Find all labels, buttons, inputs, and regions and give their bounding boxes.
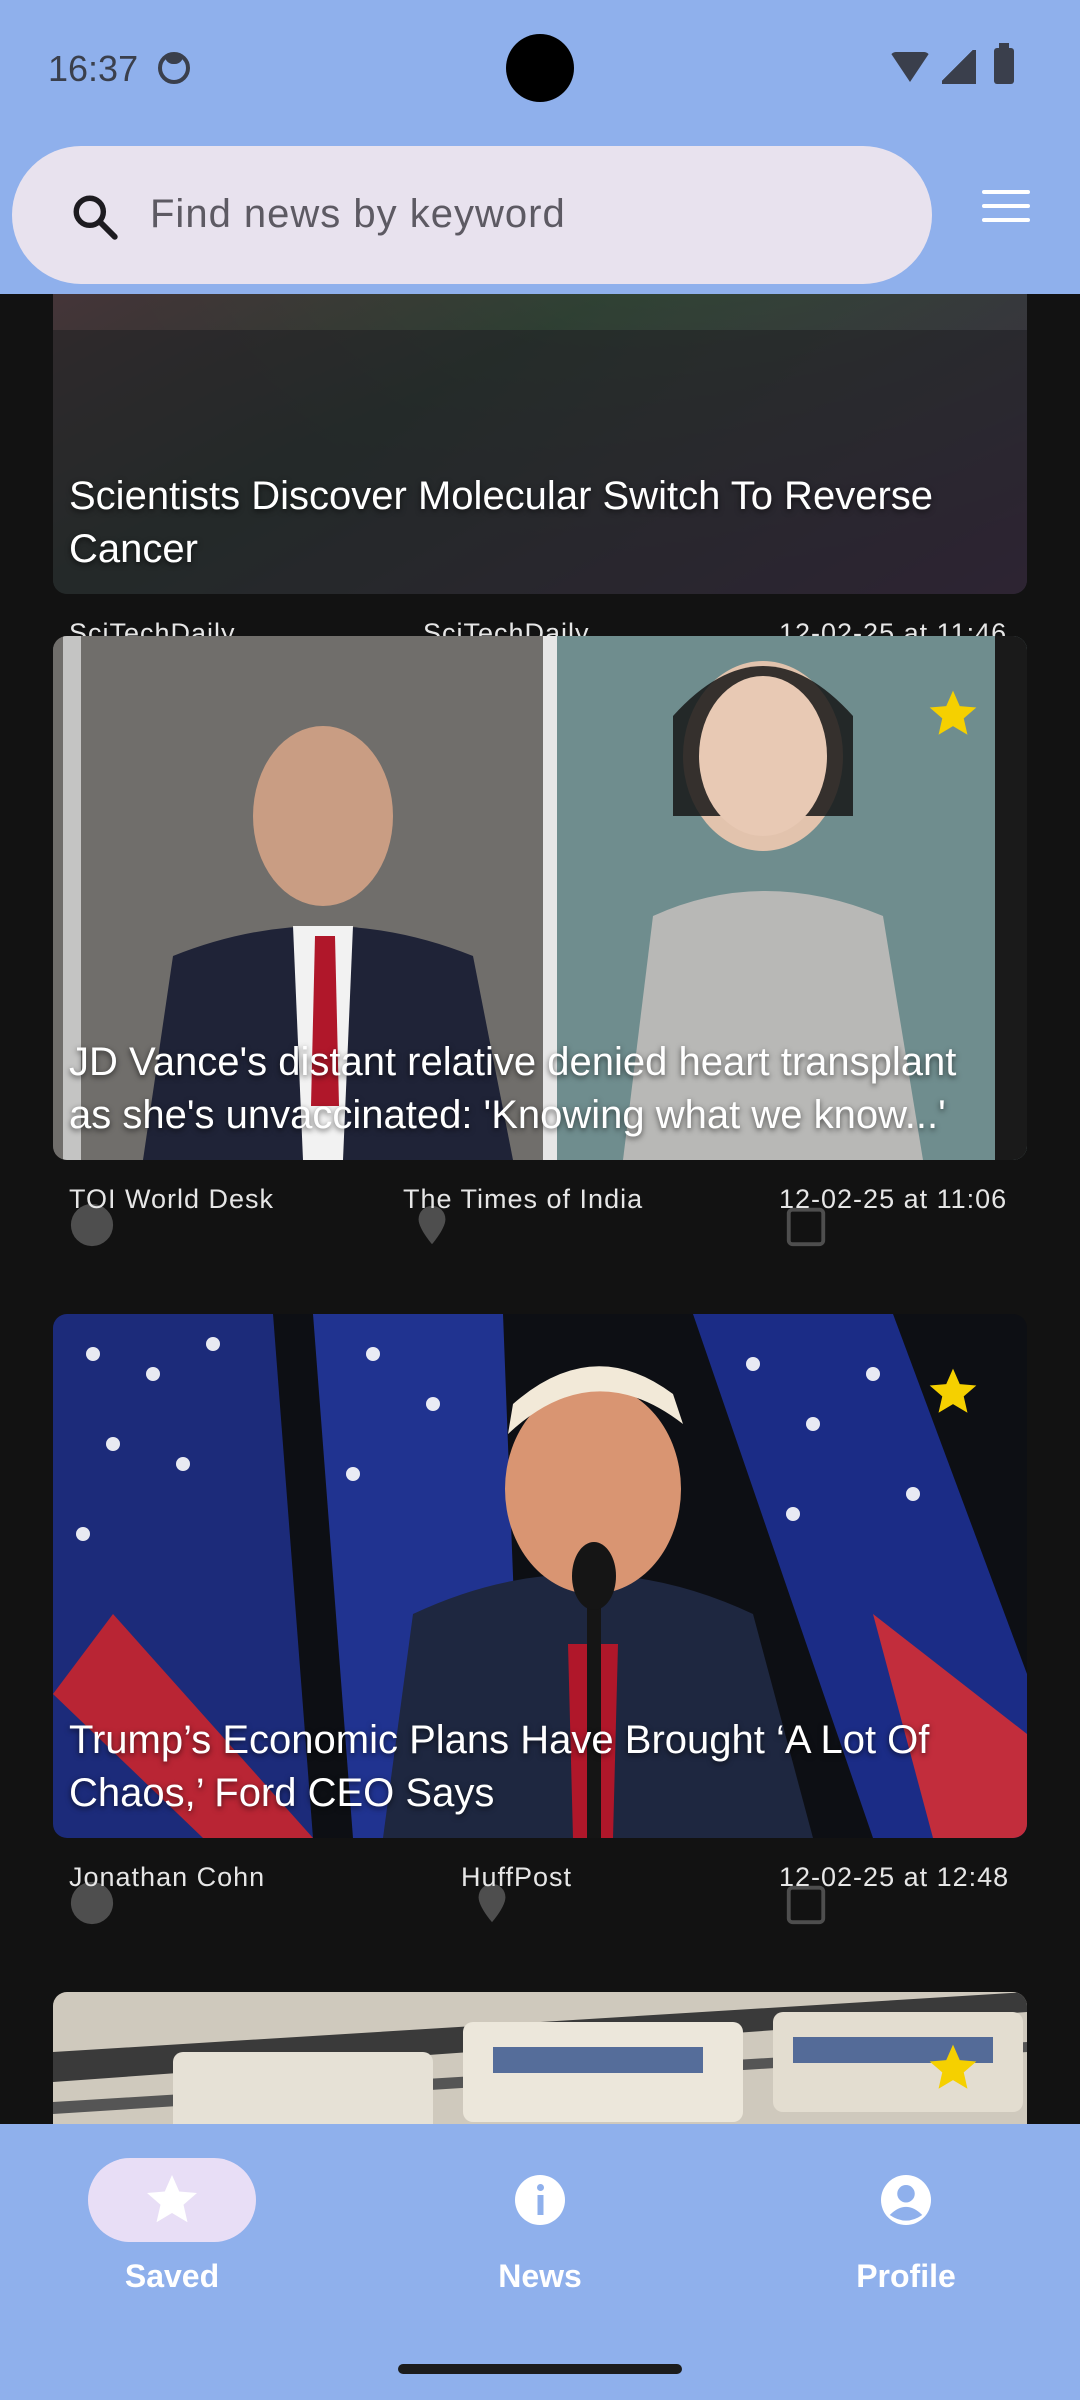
article-image: Trump’s Economic Plans Have Brought ‘A L… — [53, 1314, 1027, 1838]
nav-label: Profile — [856, 2258, 956, 2294]
info-icon — [515, 2175, 565, 2225]
bottom-navigation: Saved News Profile — [0, 2124, 1080, 2400]
star-icon[interactable] — [925, 686, 981, 742]
article-title[interactable]: Scientists Discover Molecular Switch To … — [69, 470, 997, 576]
article-author: Jonathan Cohn — [69, 1862, 266, 1892]
menu-button[interactable] — [968, 176, 1044, 236]
status-bar: 16:37 — [0, 0, 1080, 140]
star-icon[interactable] — [925, 2040, 981, 2096]
article-meta: TOI World Desk The Times of India 12-02-… — [53, 1184, 1027, 1247]
article-author: TOI World Desk — [69, 1184, 275, 1214]
battery-icon — [994, 43, 1014, 84]
article-meta: Jonathan Cohn HuffPost 12-02-25 at 12:48 — [53, 1862, 1027, 1925]
article-source: HuffPost — [461, 1862, 573, 1892]
article-source: The Times of India — [403, 1184, 644, 1214]
article-title[interactable]: Trump’s Economic Plans Have Brought ‘A L… — [69, 1714, 997, 1820]
star-icon[interactable] — [925, 1364, 981, 1420]
home-indicator[interactable] — [398, 2364, 682, 2374]
nav-label: News — [498, 2258, 582, 2294]
search-icon[interactable] — [70, 192, 120, 242]
camera-cutout — [506, 34, 574, 102]
article-date: 12-02-25 at 12:48 — [779, 1862, 1010, 1892]
status-icons — [890, 43, 1040, 88]
article-date: 12-02-25 at 11:06 — [779, 1184, 1008, 1214]
menu-icon — [982, 190, 1030, 194]
signal-icon — [942, 50, 976, 84]
account-icon — [881, 2175, 931, 2225]
nav-item-news[interactable]: News — [420, 2158, 660, 2318]
news-feed[interactable]: Scientists Discover Molecular Switch To … — [0, 294, 1080, 2124]
star-icon — [147, 2175, 197, 2223]
notification-face-icon — [158, 52, 190, 84]
wifi-icon — [890, 52, 930, 82]
article-image: JD Vance's distant relative denied heart… — [53, 636, 1027, 1160]
nav-item-saved[interactable]: Saved — [52, 2158, 292, 2318]
nav-label: Saved — [124, 2258, 220, 2294]
article-image — [53, 1992, 1027, 2124]
article-image: Scientists Discover Molecular Switch To … — [53, 294, 1027, 594]
search-bar[interactable]: Find news by keyword — [12, 146, 932, 284]
article-title[interactable]: JD Vance's distant relative denied heart… — [69, 1036, 997, 1142]
nav-item-profile[interactable]: Profile — [786, 2158, 1026, 2318]
top-app-bar: 16:37 Find news by keyword — [0, 0, 1080, 294]
article-image-art — [53, 1992, 1027, 2124]
search-input[interactable]: Find news by keyword — [150, 192, 566, 237]
status-time: 16:37 — [48, 48, 139, 89]
